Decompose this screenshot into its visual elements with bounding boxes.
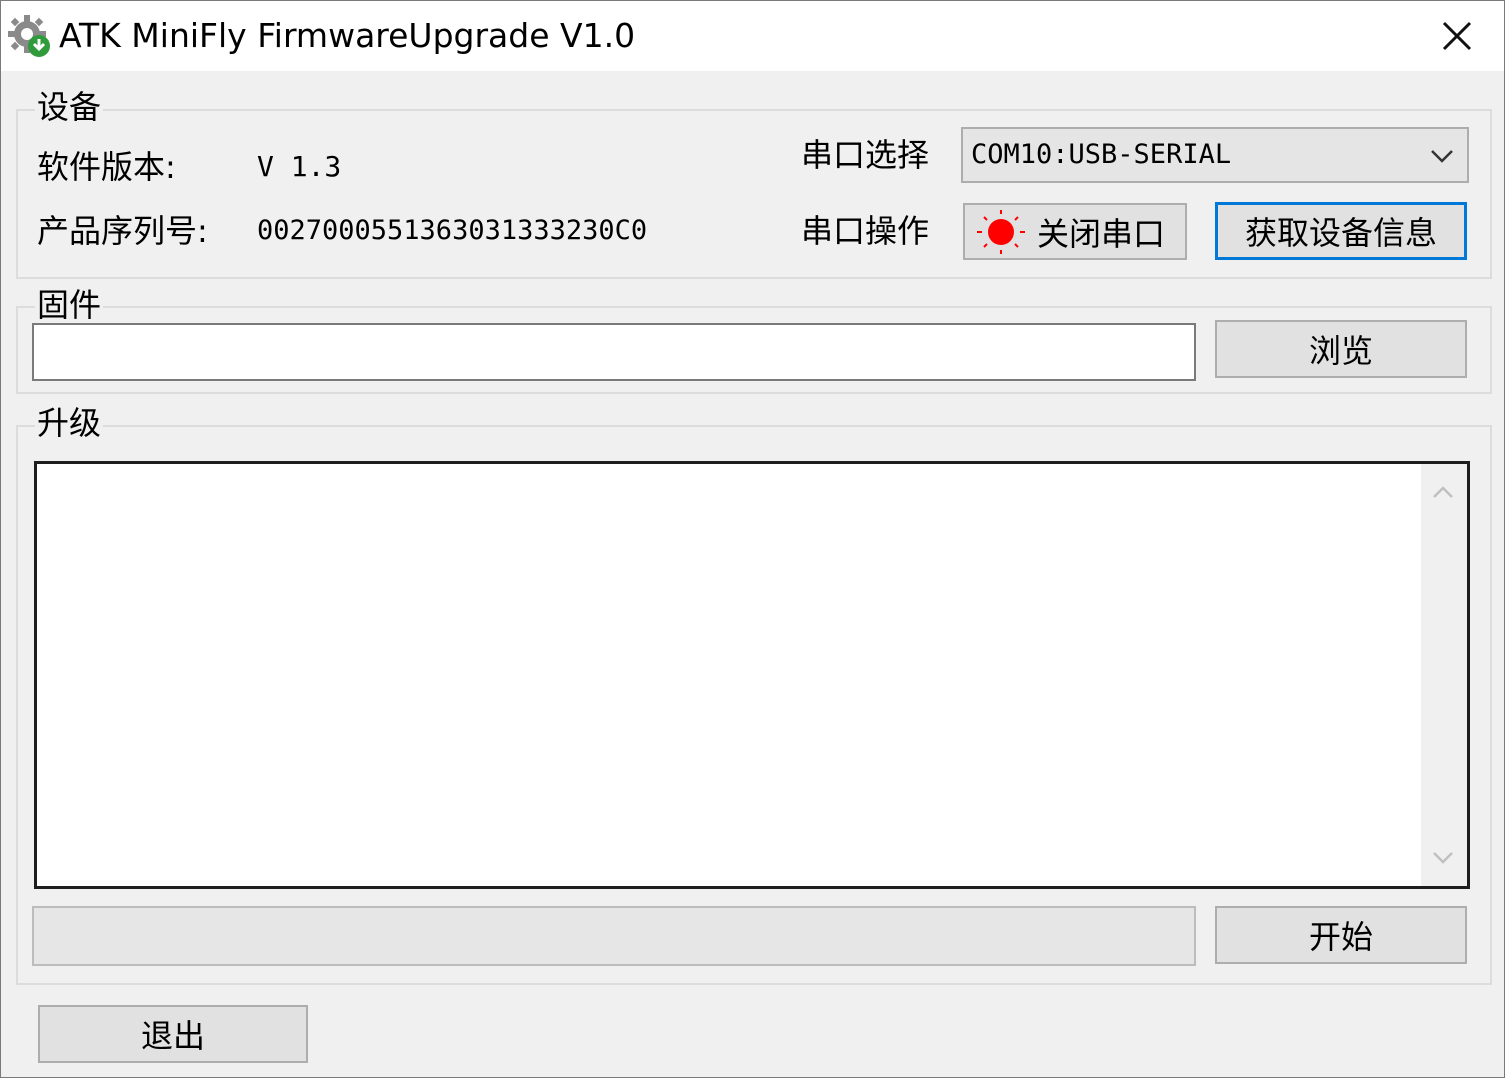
log-scrollbar[interactable] (1421, 464, 1467, 886)
gear-download-icon (7, 13, 53, 59)
start-button[interactable]: 开始 (1215, 906, 1467, 964)
window-title: ATK MiniFly FirmwareUpgrade V1.0 (59, 16, 636, 55)
port-status-icon (973, 208, 1029, 256)
port-select-label: 串口选择 (801, 136, 930, 174)
scroll-up-icon[interactable] (1431, 482, 1455, 506)
software-version-label: 软件版本: (37, 148, 176, 186)
close-icon (1442, 21, 1472, 51)
exit-button[interactable]: 退出 (38, 1005, 308, 1063)
device-group-label: 设备 (35, 88, 104, 126)
port-select-dropdown[interactable]: COM10:USB-SERIAL (961, 127, 1469, 183)
browse-button[interactable]: 浏览 (1215, 320, 1467, 378)
port-operation-label: 串口操作 (801, 212, 930, 250)
firmware-path-input[interactable] (32, 323, 1196, 381)
upgrade-progress-bar (32, 906, 1196, 966)
close-port-label: 关闭串口 (1037, 214, 1166, 253)
close-button[interactable] (1411, 1, 1503, 71)
chevron-down-icon (1429, 143, 1455, 173)
title-bar: ATK MiniFly FirmwareUpgrade V1.0 (1, 1, 1504, 71)
upgrade-log[interactable] (34, 461, 1470, 889)
serial-number-value: 0027000551363031333230C0 (257, 215, 648, 246)
firmware-group-label: 固件 (35, 286, 104, 324)
serial-number-label: 产品序列号: (37, 212, 208, 250)
get-device-info-button[interactable]: 获取设备信息 (1215, 202, 1467, 260)
scroll-down-icon[interactable] (1431, 848, 1455, 872)
software-version-value: V 1.3 (257, 150, 342, 183)
close-port-button[interactable]: 关闭串口 (963, 203, 1187, 260)
port-select-value: COM10:USB-SERIAL (971, 139, 1232, 170)
app-window: ATK MiniFly FirmwareUpgrade V1.0 设备 软件版本… (0, 0, 1505, 1078)
upgrade-group-label: 升级 (35, 404, 104, 442)
